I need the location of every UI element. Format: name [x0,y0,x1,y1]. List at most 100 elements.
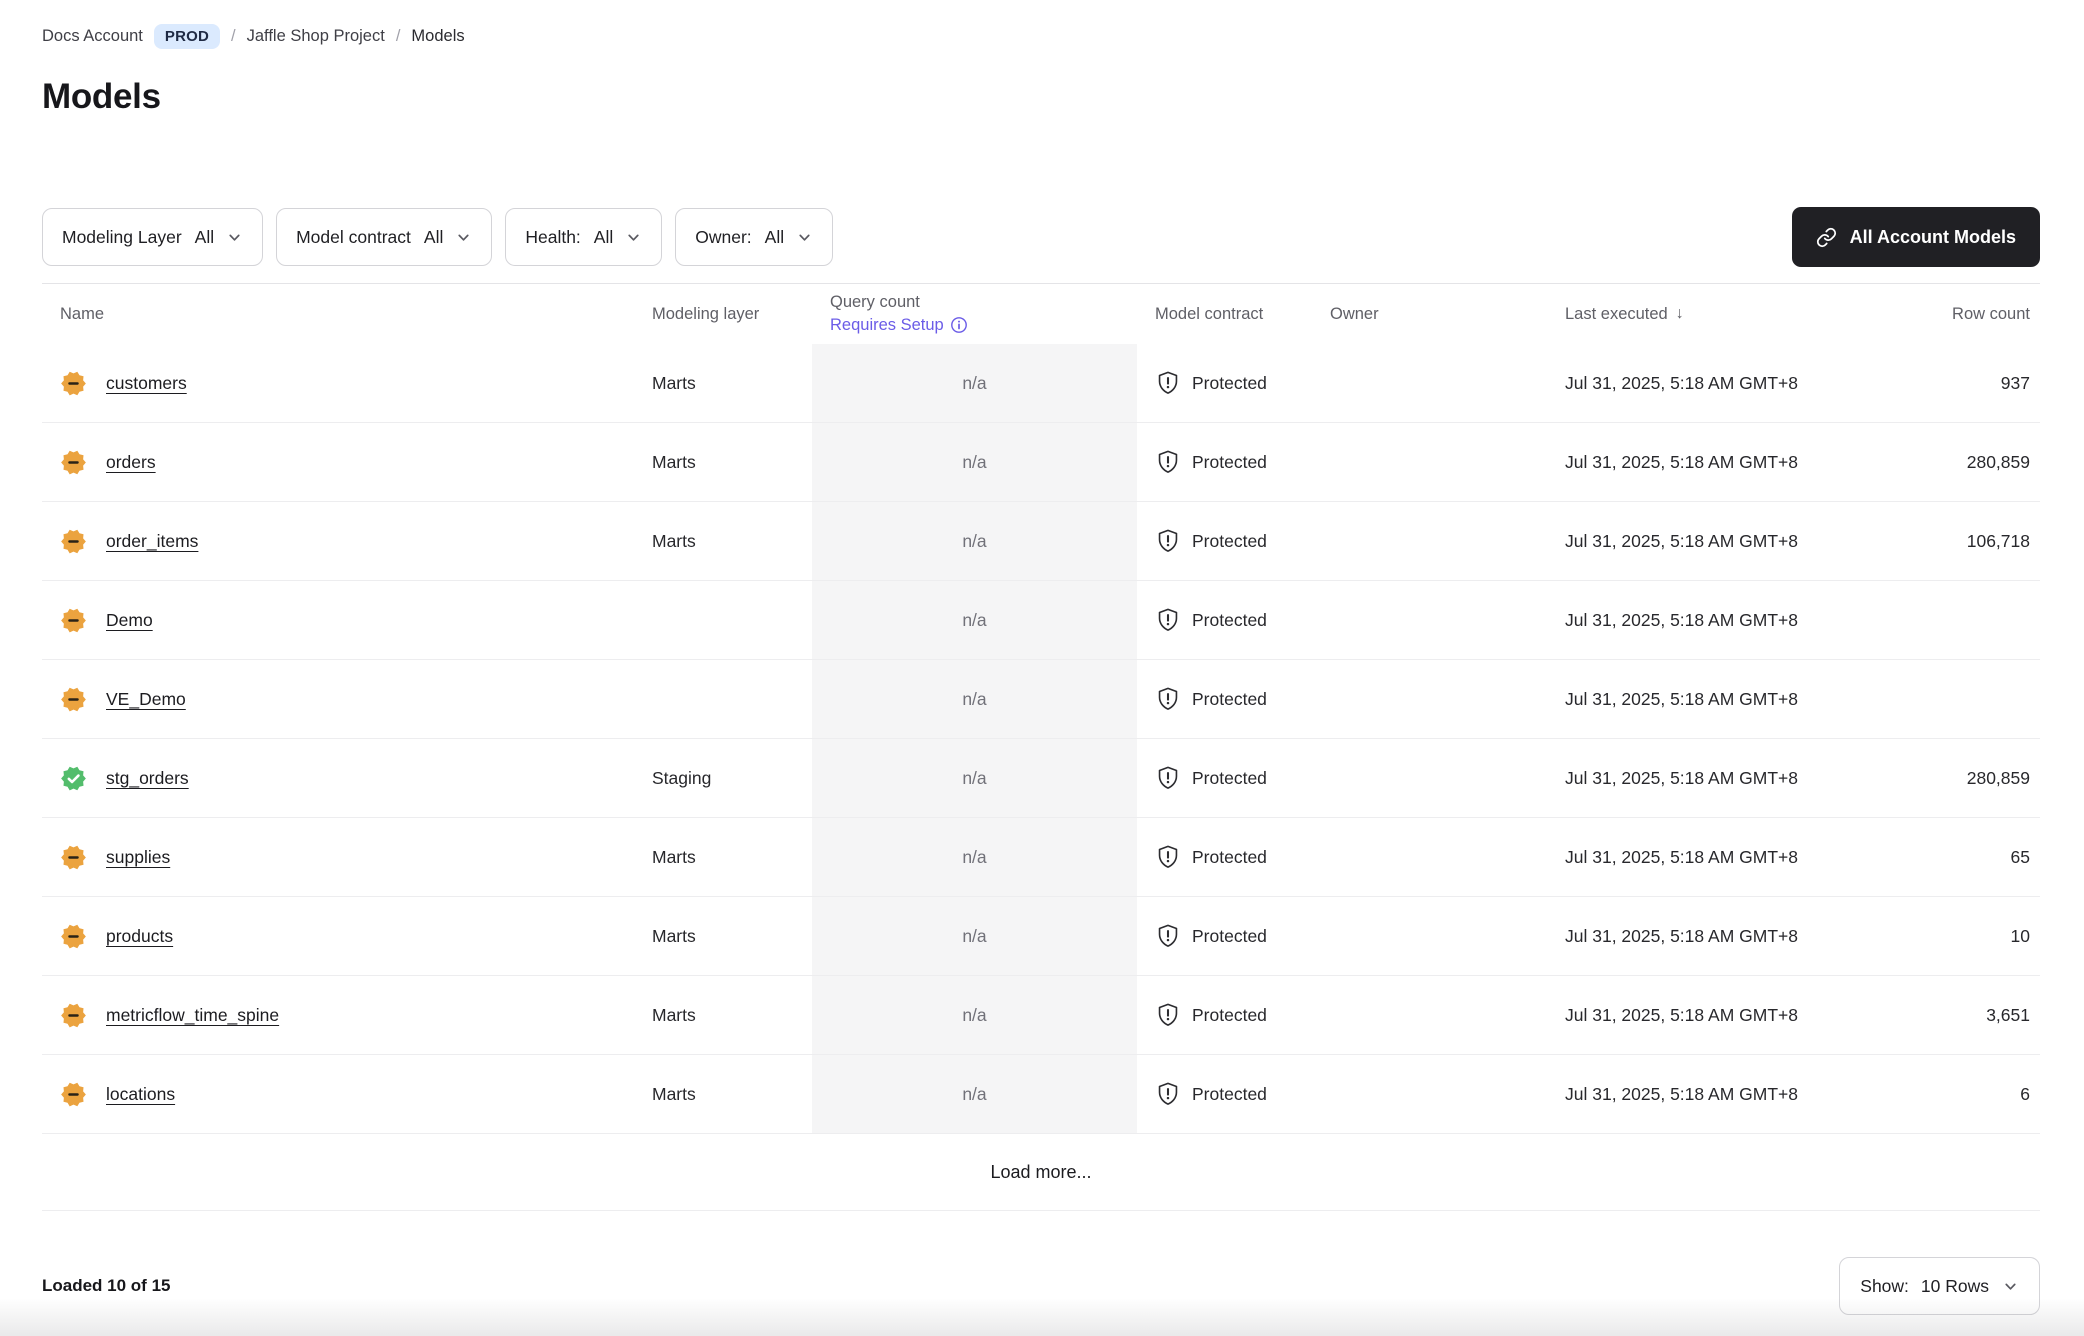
show-rows-dropdown[interactable]: Show: 10 Rows [1839,1257,2040,1315]
table-row: products Marts n/a Protected Jul 31, 202… [42,896,2040,975]
breadcrumb-separator: / [231,27,236,46]
model-name-link[interactable]: supplies [106,847,170,868]
model-contract-cell: Protected [1137,923,1312,949]
model-contract-cell: Protected [1137,607,1312,633]
show-value: 10 Rows [1921,1276,1989,1297]
shield-alert-icon [1155,686,1181,712]
query-count-cell: n/a [812,976,1137,1054]
sort-desc-icon: ↓ [1676,305,1684,323]
shield-alert-icon [1155,449,1181,475]
model-name-cell: customers [42,370,634,397]
query-count-value: n/a [962,926,986,947]
model-name-link[interactable]: order_items [106,531,198,552]
row-count-cell: 937 [1832,373,2040,394]
column-header-last-executed[interactable]: Last executed ↓ [1547,305,1832,324]
filter-value: All [424,227,443,248]
shield-alert-icon [1155,370,1181,396]
query-count-value: n/a [962,768,986,789]
filter-dropdown[interactable]: Health: All [505,208,662,266]
row-count-cell: 65 [1832,847,2040,868]
last-executed-cell: Jul 31, 2025, 5:18 AM GMT+8 [1547,452,1832,473]
query-count-cell: n/a [812,818,1137,896]
chevron-down-icon [455,229,472,246]
column-header-modeling-layer: Modeling layer [634,305,812,324]
shield-alert-icon [1155,607,1181,633]
contract-label: Protected [1192,1005,1267,1026]
minus-badge-icon [60,1002,87,1029]
model-name-link[interactable]: orders [106,452,156,473]
model-name-cell: order_items [42,528,634,555]
table-row: stg_orders Staging n/a Protected Jul 31,… [42,738,2040,817]
all-account-models-button[interactable]: All Account Models [1792,207,2040,267]
breadcrumb-project[interactable]: Jaffle Shop Project [247,27,385,46]
shield-alert-icon [1155,528,1181,554]
info-icon[interactable] [950,316,968,334]
contract-label: Protected [1192,610,1267,631]
last-executed-cell: Jul 31, 2025, 5:18 AM GMT+8 [1547,1005,1832,1026]
minus-badge-icon [60,686,87,713]
contract-label: Protected [1192,531,1267,552]
query-count-cell: n/a [812,344,1137,422]
shield-alert-icon [1155,1002,1181,1028]
model-name-cell: orders [42,449,634,476]
contract-label: Protected [1192,373,1267,394]
environment-badge: PROD [154,24,220,49]
model-name-cell: stg_orders [42,765,634,792]
modeling-layer-cell: Staging [634,768,812,789]
table-row: customers Marts n/a Protected Jul 31, 20… [42,344,2040,422]
model-name-link[interactable]: metricflow_time_spine [106,1005,279,1026]
last-executed-cell: Jul 31, 2025, 5:18 AM GMT+8 [1547,926,1832,947]
last-executed-cell: Jul 31, 2025, 5:18 AM GMT+8 [1547,847,1832,868]
row-count-cell: 106,718 [1832,531,2040,552]
model-name-link[interactable]: customers [106,373,187,394]
model-name-cell: supplies [42,844,634,871]
column-header-owner: Owner [1312,305,1547,324]
last-executed-cell: Jul 31, 2025, 5:18 AM GMT+8 [1547,373,1832,394]
link-icon [1816,227,1837,248]
check-badge-icon [60,765,87,792]
model-name-cell: locations [42,1081,634,1108]
contract-label: Protected [1192,768,1267,789]
filter-bar: Modeling Layer All Model contract All He… [42,207,2040,267]
models-table: Name Modeling layer Query count Requires… [42,283,2040,1211]
model-contract-cell: Protected [1137,844,1312,870]
query-count-cell: n/a [812,423,1137,501]
model-name-link[interactable]: products [106,926,173,947]
model-contract-cell: Protected [1137,528,1312,554]
query-count-value: n/a [962,847,986,868]
minus-badge-icon [60,844,87,871]
shield-alert-icon [1155,765,1181,791]
last-executed-cell: Jul 31, 2025, 5:18 AM GMT+8 [1547,768,1832,789]
table-row: Demo n/a Protected Jul 31, 2025, 5:18 AM… [42,580,2040,659]
filter-value: All [765,227,784,248]
requires-setup-link[interactable]: Requires Setup [830,315,1137,336]
model-contract-cell: Protected [1137,370,1312,396]
minus-badge-icon [60,449,87,476]
query-count-cell: n/a [812,897,1137,975]
model-name-cell: metricflow_time_spine [42,1002,634,1029]
query-count-cell: n/a [812,739,1137,817]
query-count-value: n/a [962,452,986,473]
breadcrumb-account[interactable]: Docs Account [42,27,143,46]
query-count-value: n/a [962,689,986,710]
shield-alert-icon [1155,1081,1181,1107]
modeling-layer-cell: Marts [634,452,812,473]
shield-alert-icon [1155,923,1181,949]
filter-dropdown[interactable]: Modeling Layer All [42,208,263,266]
table-row: VE_Demo n/a Protected Jul 31, 2025, 5:18… [42,659,2040,738]
filter-dropdown[interactable]: Model contract All [276,208,492,266]
model-name-cell: products [42,923,634,950]
model-name-link[interactable]: locations [106,1084,175,1105]
query-count-cell: n/a [812,1055,1137,1133]
table-row: order_items Marts n/a Protected Jul 31, … [42,501,2040,580]
chevron-down-icon [796,229,813,246]
model-name-link[interactable]: stg_orders [106,768,189,789]
all-account-models-label: All Account Models [1850,227,2016,248]
filter-dropdown[interactable]: Owner: All [675,208,833,266]
model-name-link[interactable]: Demo [106,610,153,631]
minus-badge-icon [60,370,87,397]
model-name-link[interactable]: VE_Demo [106,689,186,710]
load-more-button[interactable]: Load more... [42,1133,2040,1211]
page-title: Models [42,75,2040,119]
modeling-layer-cell: Marts [634,531,812,552]
